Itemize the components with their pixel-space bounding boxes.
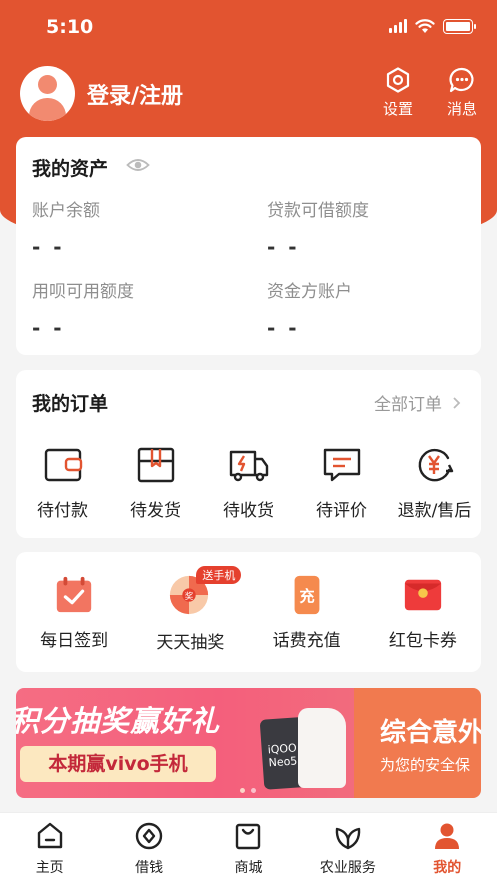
wallet-icon	[44, 448, 82, 482]
tab-label: 商城	[234, 860, 263, 876]
banner-pill: 本期赢vivo手机	[20, 746, 216, 782]
asset-label: 资金方账户	[267, 282, 352, 302]
tab-borrow[interactable]: 借钱	[104, 813, 194, 883]
all-orders-label: 全部订单	[374, 395, 442, 415]
service-label: 话费充值	[272, 631, 341, 651]
banner-title: 积分抽奖赢好礼	[16, 704, 221, 738]
assets-title: 我的资产	[32, 158, 109, 180]
status-icons	[389, 18, 476, 34]
tab-label: 我的	[433, 860, 462, 876]
orders-card: 我的订单 全部订单 待付款 待发货 待收货 待评价 退款/售后	[16, 370, 481, 538]
asset-value: - -	[32, 316, 65, 340]
prize-wheel: 奖 送手机	[168, 566, 242, 618]
header-actions: 设置 消息	[383, 66, 477, 119]
order-pending-shipment[interactable]: 待发货	[111, 444, 201, 521]
refund-icon	[418, 448, 453, 482]
settings-button[interactable]: 设置	[383, 66, 413, 119]
avatar[interactable]	[20, 66, 75, 121]
tab-label: 主页	[35, 860, 64, 876]
tab-mine[interactable]: 我的	[402, 813, 492, 883]
order-status-label: 退款/售后	[397, 501, 472, 521]
profile-login[interactable]: 登录/注册	[20, 66, 183, 121]
asset-label: 账户余额	[32, 201, 100, 221]
tab-label: 借钱	[135, 860, 164, 876]
phone-recharge[interactable]: 充 话费充值	[262, 574, 352, 653]
service-label: 每日签到	[40, 631, 109, 651]
leaf-icon	[335, 827, 361, 850]
service-label: 天天抽奖	[156, 633, 225, 653]
asset-value: - -	[32, 235, 65, 259]
insurance-banner-slide[interactable]: 综合意外 为您的安全保	[354, 688, 481, 798]
kettle-image	[298, 708, 346, 788]
login-register-link[interactable]: 登录/注册	[87, 78, 183, 110]
order-status-label: 待收货	[223, 501, 274, 521]
side-banner-subtitle: 为您的安全保	[380, 756, 471, 774]
tab-agriculture[interactable]: 农业服务	[303, 813, 393, 883]
settings-icon	[386, 67, 410, 93]
order-pending-receipt[interactable]: 待收货	[204, 444, 294, 521]
service-label: 红包卡券	[388, 631, 457, 651]
daily-checkin[interactable]: 每日签到	[29, 574, 119, 653]
orders-title: 我的订单	[32, 393, 109, 415]
comment-icon	[323, 448, 360, 482]
status-time: 5:10	[46, 16, 94, 38]
loan-credit-limit[interactable]: 贷款可借额度 - -	[267, 196, 467, 259]
phone-recharge-icon: 充	[294, 575, 320, 615]
asset-value: - -	[267, 316, 300, 340]
eye-icon[interactable]	[126, 155, 150, 175]
asset-label: 用呗可用额度	[32, 282, 134, 302]
order-pending-payment[interactable]: 待付款	[18, 444, 108, 521]
carousel-dots	[240, 788, 256, 793]
bottom-tab-bar: 主页 借钱 商城 农业服务 我的	[0, 812, 497, 883]
services-card: 每日签到 奖 送手机 天天抽奖 充 话费充值 红包卡券	[16, 552, 481, 672]
tab-label: 农业服务	[319, 860, 376, 876]
status-bar: 5:10	[0, 0, 497, 56]
credit-available-limit[interactable]: 用呗可用额度 - -	[32, 277, 232, 340]
messages-label: 消息	[446, 100, 477, 118]
order-pending-review[interactable]: 待评价	[297, 444, 387, 521]
truck-icon	[229, 450, 268, 482]
order-status-row: 待付款 待发货 待收货 待评价 退款/售后	[16, 444, 481, 521]
svg-text:充: 充	[299, 588, 314, 606]
lottery-banner-slide[interactable]: 积分抽奖赢好礼 本期赢vivo手机 iQOO Neo5	[16, 688, 354, 798]
wifi-icon	[415, 19, 435, 33]
shopping-bag-icon	[236, 823, 261, 850]
order-refund-aftersale[interactable]: 退款/售后	[390, 444, 480, 521]
assets-card: 我的资产 账户余额 - - 贷款可借额度 - - 用呗可用额度 - - 资金方账…	[16, 137, 481, 355]
account-balance[interactable]: 账户余额 - -	[32, 196, 232, 259]
promo-banner[interactable]: 积分抽奖赢好礼 本期赢vivo手机 iQOO Neo5 综合意外 为您的安全保	[16, 688, 481, 798]
tab-home[interactable]: 主页	[5, 813, 95, 883]
daily-lottery[interactable]: 奖 送手机 天天抽奖	[145, 566, 242, 653]
cellular-signal-icon	[389, 19, 407, 33]
battery-icon	[443, 18, 476, 34]
red-envelope-coupons[interactable]: 红包卡券	[378, 574, 468, 653]
order-status-label: 待付款	[37, 501, 88, 521]
services-row: 每日签到 奖 送手机 天天抽奖 充 话费充值 红包卡券	[16, 566, 481, 653]
package-icon	[137, 447, 174, 483]
all-orders-link[interactable]: 全部订单	[374, 390, 461, 415]
asset-label: 贷款可借额度	[267, 201, 369, 221]
asset-value: - -	[267, 235, 300, 259]
chevron-right-icon	[453, 396, 461, 409]
promo-badge: 送手机	[196, 566, 242, 584]
coin-icon	[135, 822, 163, 850]
calendar-check-icon	[56, 576, 92, 613]
svg-text:奖: 奖	[185, 590, 194, 602]
messages-button[interactable]: 消息	[447, 66, 477, 119]
side-banner-title: 综合意外	[380, 718, 481, 748]
order-status-label: 待评价	[316, 501, 367, 521]
tab-mall[interactable]: 商城	[203, 813, 293, 883]
home-icon	[37, 822, 62, 849]
user-icon	[435, 823, 460, 849]
red-envelope-icon	[404, 579, 442, 611]
chat-bubble-icon	[449, 67, 474, 93]
order-status-label: 待发货	[130, 501, 181, 521]
settings-label: 设置	[382, 100, 413, 118]
funding-account[interactable]: 资金方账户 - -	[267, 277, 467, 340]
